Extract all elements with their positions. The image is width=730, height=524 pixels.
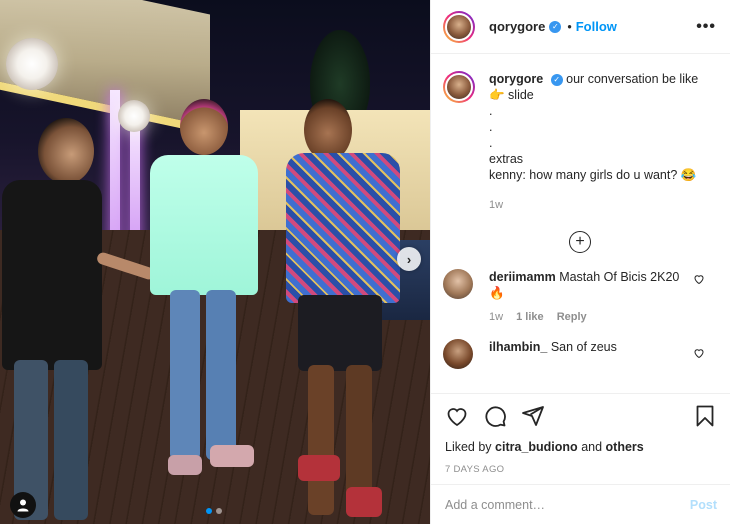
comment-likes[interactable]: 1 like (516, 311, 544, 323)
caption-text: extras (489, 152, 524, 166)
post-actions: Liked by citra_budiono and others 7 DAYS… (431, 393, 730, 475)
comment-reply-button[interactable]: Reply (557, 311, 587, 323)
comment-item: ilhambin_ San of zeus (443, 339, 717, 369)
comment-emoji: 🔥 (489, 286, 505, 300)
carousel-next-button[interactable]: › (397, 247, 421, 271)
share-icon[interactable] (521, 404, 545, 428)
photo-person-left (0, 110, 157, 524)
add-comment-bar: Add a comment… Post (431, 484, 730, 524)
verified-badge-icon: ✓ (550, 73, 563, 86)
post-username[interactable]: qorygore (489, 19, 545, 34)
caption-text: . (489, 136, 493, 150)
caption-text: kenny: how many girls do u want? 😂 (489, 168, 697, 182)
comment-icon[interactable] (483, 404, 507, 428)
avatar[interactable] (443, 269, 473, 299)
photo-person-right (270, 95, 410, 524)
carousel-dot (206, 508, 212, 514)
carousel-dots (206, 508, 222, 514)
comment-username[interactable]: ilhambin_ (489, 340, 547, 354)
comment-input[interactable]: Add a comment… (445, 498, 545, 512)
liked-by-text: Liked by citra_budiono and others (445, 440, 717, 454)
chevron-right-icon: › (406, 251, 412, 267)
liked-prefix: Liked by (445, 440, 492, 454)
caption-text: our conversation be like (566, 72, 699, 86)
heart-icon[interactable] (693, 347, 705, 359)
header-separator: • (567, 19, 572, 34)
bookmark-icon[interactable] (693, 404, 717, 428)
caption: qorygore ✓ our conversation be like 👉 sl… (443, 71, 717, 213)
user-tag-button[interactable] (10, 492, 36, 518)
post-header: qorygore ✓ • Follow ••• (431, 0, 730, 54)
post-photo[interactable]: › (0, 0, 430, 524)
comment-text: San of zeus (550, 340, 617, 354)
carousel-dot (216, 508, 222, 514)
caption-time[interactable]: 1w (489, 197, 698, 213)
user-tag-icon (17, 499, 29, 512)
comment-username[interactable]: deriimamm (489, 270, 556, 284)
more-options-icon[interactable]: ••• (696, 18, 716, 36)
photo-person-middle (140, 95, 270, 485)
liked-and: and (581, 440, 603, 454)
plus-circle-icon: + (569, 231, 591, 253)
caption-text: . (489, 104, 493, 118)
avatar[interactable] (443, 339, 473, 369)
follow-button[interactable]: Follow (576, 19, 617, 34)
comments-section[interactable]: qorygore ✓ our conversation be like 👉 sl… (431, 55, 730, 393)
load-more-comments-button[interactable]: + (443, 231, 717, 253)
comment-text: Mastah Of Bicis 2K20 (559, 270, 680, 284)
post-side-panel: qorygore ✓ • Follow ••• qorygore ✓ our c… (430, 0, 730, 524)
avatar[interactable] (443, 71, 475, 103)
liked-user-link[interactable]: citra_budiono (495, 440, 578, 454)
comment-time[interactable]: 1w (489, 311, 503, 323)
post-dialog: › qorygore ✓ • Follow ••• qorygore ✓ our… (0, 0, 730, 524)
caption-username[interactable]: qorygore (489, 72, 543, 86)
post-date[interactable]: 7 DAYS AGO (445, 464, 717, 475)
avatar[interactable] (443, 10, 475, 43)
photo-lamp (6, 38, 58, 90)
post-comment-button[interactable]: Post (690, 498, 717, 512)
verified-badge-icon: ✓ (549, 20, 562, 33)
caption-text: 👉 slide (489, 88, 534, 102)
comment-item: deriimamm Mastah Of Bicis 2K20 🔥 1w 1 li… (443, 269, 717, 325)
caption-text: . (489, 120, 493, 134)
heart-icon[interactable] (445, 404, 469, 428)
heart-icon[interactable] (693, 273, 705, 285)
liked-others-link[interactable]: others (606, 440, 644, 454)
